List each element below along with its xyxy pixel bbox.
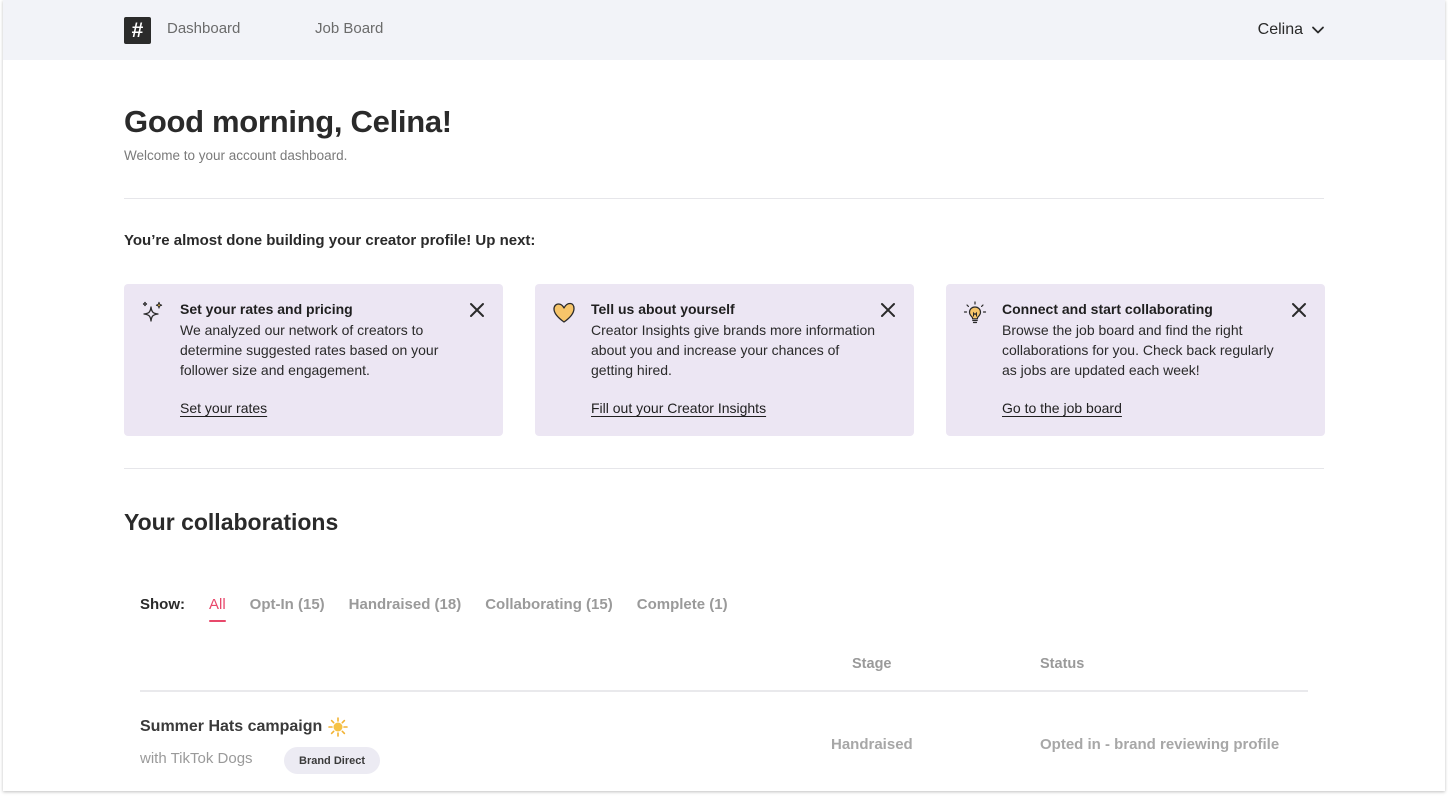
close-icon[interactable] [467, 300, 487, 320]
page-title: Good morning, Celina! [124, 104, 452, 139]
column-header-stage[interactable]: Stage [852, 656, 892, 672]
app-frame: # Dashboard Job Board Celina Good mornin… [3, 0, 1445, 791]
hashtag-logo-icon[interactable]: # [124, 17, 151, 44]
card-tell-us-about-yourself: Tell us about yourself Creator Insights … [535, 284, 914, 436]
user-name: Celina [1257, 21, 1303, 38]
nav-link-job-board[interactable]: Job Board [315, 20, 383, 37]
card-set-rates: Set your rates and pricing We analyzed o… [124, 284, 503, 436]
profile-progress-heading: You’re almost done building your creator… [124, 232, 536, 249]
card-title: Connect and start collaborating [1002, 301, 1213, 317]
collaborations-title: Your collaborations [124, 509, 339, 535]
page-subtitle: Welcome to your account dashboard. [124, 148, 348, 163]
card-title: Set your rates and pricing [180, 301, 353, 317]
column-header-status[interactable]: Status [1040, 656, 1084, 672]
collaboration-filter-tabs: Show: All Opt-In (15) Handraised (18) Co… [140, 596, 752, 622]
card-connect-collaborate: Connect and start collaborating Browse t… [946, 284, 1325, 436]
tab-opt-in[interactable]: Opt-In (15) [250, 596, 325, 613]
collaboration-title[interactable]: Summer Hats campaign [140, 717, 349, 737]
show-label: Show: [140, 596, 185, 613]
table-header-divider [140, 690, 1308, 692]
creator-insights-link[interactable]: Fill out your Creator Insights [591, 400, 766, 416]
chevron-down-icon [1312, 26, 1324, 34]
divider [124, 468, 1324, 469]
heart-icon [553, 302, 575, 323]
tab-all[interactable]: All [209, 596, 226, 622]
nav-link-dashboard[interactable]: Dashboard [167, 20, 240, 37]
set-rates-link[interactable]: Set your rates [180, 400, 267, 416]
card-title: Tell us about yourself [591, 301, 735, 317]
collaboration-brand: with TikTok Dogs [140, 750, 253, 767]
job-board-link[interactable]: Go to the job board [1002, 400, 1122, 416]
sparkle-icon [142, 301, 163, 322]
divider [124, 198, 1324, 199]
close-icon[interactable] [878, 300, 898, 320]
collaboration-name: Summer Hats campaign [140, 718, 323, 735]
tab-collaborating[interactable]: Collaborating (15) [485, 596, 613, 613]
tab-complete[interactable]: Complete (1) [637, 596, 728, 613]
lightbulb-icon [963, 301, 987, 324]
top-nav-bar: # Dashboard Job Board Celina [3, 0, 1445, 60]
close-icon[interactable] [1289, 300, 1309, 320]
card-description: Browse the job board and find the right … [1002, 322, 1274, 378]
card-description: We analyzed our network of creators to d… [180, 322, 439, 378]
collaboration-stage: Handraised [831, 736, 913, 753]
brand-direct-badge: Brand Direct [284, 747, 381, 774]
sun-icon [328, 717, 349, 737]
card-description: Creator Insights give brands more inform… [591, 322, 876, 378]
tab-handraised[interactable]: Handraised (18) [349, 596, 462, 613]
user-menu[interactable]: Celina [1258, 21, 1325, 39]
collaboration-status: Opted in - brand reviewing profile [1040, 736, 1280, 753]
